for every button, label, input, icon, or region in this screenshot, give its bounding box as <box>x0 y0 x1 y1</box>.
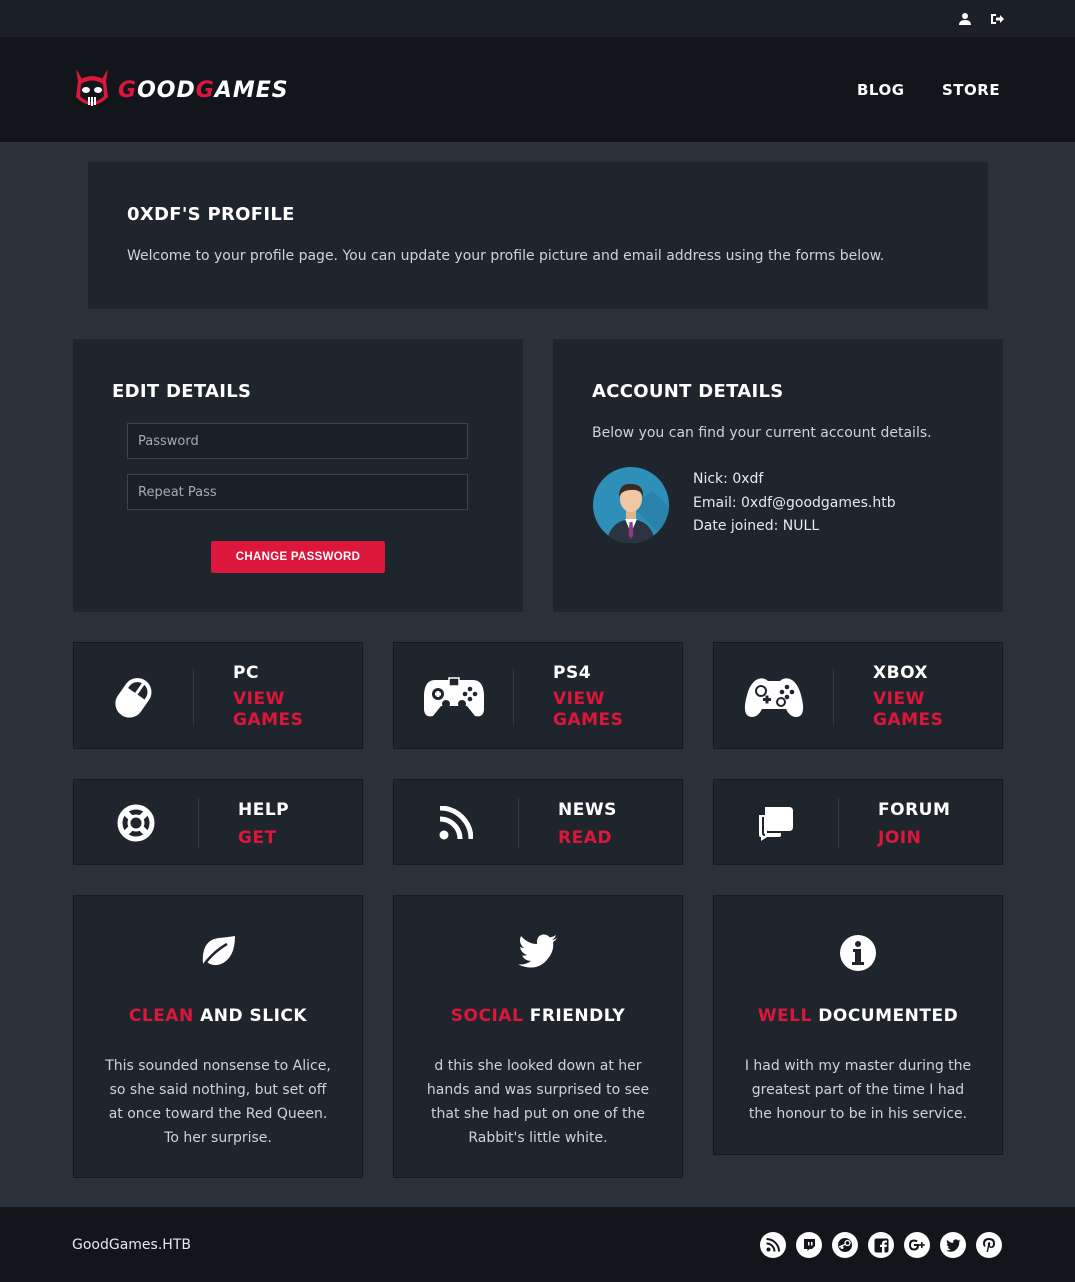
feature-text: I had with my master during the greatest… <box>744 1058 972 1122</box>
link-title: HELP <box>238 800 290 820</box>
nav-store-link[interactable]: STORE <box>942 81 1000 99</box>
platform-tile-xbox-icon-box <box>714 669 834 725</box>
platform-link-line2[interactable]: GAMES <box>553 710 623 731</box>
link-action[interactable]: READ <box>558 828 612 849</box>
avatar <box>593 467 669 543</box>
link-tile-forum-icon-box <box>714 798 839 848</box>
link-action[interactable]: GET <box>238 828 277 849</box>
link-title: NEWS <box>558 800 617 820</box>
password-field[interactable] <box>127 423 468 459</box>
feature-card-social: SOCIAL FRIENDLY d this she looked down a… <box>393 895 683 1178</box>
profile-header-panel: 0XDF'S PROFILE Welcome to your profile p… <box>88 162 988 309</box>
logo-wordmark: GOODGAMES <box>118 77 289 103</box>
account-nick: Nick: 0xdf <box>693 471 764 487</box>
top-bar <box>0 0 1075 37</box>
platform-tile-ps4[interactable]: PS4 VIEW GAMES <box>393 642 683 749</box>
life-ring-icon <box>117 804 155 842</box>
platform-link-line2[interactable]: GAMES <box>873 710 943 731</box>
user-icon[interactable] <box>958 11 972 25</box>
change-password-button[interactable]: CHANGE PASSWORD <box>211 541 385 573</box>
google-plus-icon[interactable] <box>904 1232 930 1258</box>
account-details-panel: ACCOUNT DETAILS Below you can find your … <box>553 339 1003 612</box>
rss-icon <box>439 806 473 840</box>
feature-title: WELL DOCUMENTED <box>757 1006 959 1026</box>
account-intro-text: Below you can find your current account … <box>592 425 932 441</box>
info-icon <box>840 935 876 971</box>
sign-out-icon[interactable] <box>990 11 1004 25</box>
platform-link-line1[interactable]: VIEW <box>553 689 605 710</box>
platform-title: PC <box>233 663 259 683</box>
footer-copyright: GoodGames.HTB <box>72 1237 191 1253</box>
platform-link-line1[interactable]: VIEW <box>233 689 285 710</box>
feature-title: CLEAN AND SLICK <box>128 1006 308 1026</box>
platform-tile-ps4-icon-box <box>394 669 514 725</box>
skull-logo-icon <box>76 69 108 106</box>
feature-text: d this she looked down at her hands and … <box>426 1058 650 1146</box>
facebook-icon[interactable] <box>868 1232 894 1258</box>
comments-icon <box>759 807 793 841</box>
platform-tile-xbox[interactable]: XBOX VIEW GAMES <box>713 642 1003 749</box>
rss-icon[interactable] <box>760 1232 786 1258</box>
link-action[interactable]: JOIN <box>878 828 921 849</box>
edit-details-title: EDIT DETAILS <box>112 381 252 402</box>
twitter-icon[interactable] <box>940 1232 966 1258</box>
twitter-icon <box>518 934 557 968</box>
twitch-icon[interactable] <box>796 1232 822 1258</box>
site-logo[interactable]: GOODGAMES <box>72 65 289 115</box>
pinterest-icon[interactable] <box>976 1232 1002 1258</box>
feature-title: SOCIAL FRIENDLY <box>450 1006 626 1026</box>
platform-title: XBOX <box>873 663 929 683</box>
link-tile-help[interactable]: HELP GET <box>73 779 363 865</box>
account-details-title: ACCOUNT DETAILS <box>592 381 784 402</box>
platform-title: PS4 <box>553 663 592 683</box>
account-email: Email: 0xdf@goodgames.htb <box>693 495 896 511</box>
nav-blog-link[interactable]: BLOG <box>857 81 905 99</box>
edit-details-panel: EDIT DETAILS CHANGE PASSWORD <box>73 339 523 612</box>
feature-card-documented: WELL DOCUMENTED I had with my master dur… <box>713 895 1003 1155</box>
link-tile-news[interactable]: NEWS READ <box>393 779 683 865</box>
gamepad-icon <box>423 677 484 717</box>
account-date-joined: Date joined: NULL <box>693 518 820 534</box>
feature-text: This sounded nonsense to Alice, so she s… <box>105 1058 331 1146</box>
steam-icon[interactable] <box>832 1232 858 1258</box>
footer: GoodGames.HTB <box>0 1207 1075 1282</box>
xbox-controller-icon <box>744 678 803 717</box>
repeat-password-field[interactable] <box>127 474 468 510</box>
link-tile-help-icon-box <box>74 798 199 848</box>
main-navbar: GOODGAMES BLOG STORE <box>0 37 1075 142</box>
link-title: FORUM <box>878 800 951 820</box>
link-tile-forum[interactable]: FORUM JOIN <box>713 779 1003 865</box>
feature-card-clean: CLEAN AND SLICK This sounded nonsense to… <box>73 895 363 1178</box>
platform-tile-pc[interactable]: PC VIEW GAMES <box>73 642 363 749</box>
leaf-icon <box>201 936 235 967</box>
page-title: 0XDF'S PROFILE <box>127 204 295 225</box>
link-tile-news-icon-box <box>394 798 519 848</box>
platform-tile-pc-icon-box <box>74 669 194 725</box>
platform-link-line1[interactable]: VIEW <box>873 689 925 710</box>
mouse-icon <box>114 678 151 718</box>
platform-link-line2[interactable]: GAMES <box>233 710 303 731</box>
profile-intro-text: Welcome to your profile page. You can up… <box>127 248 885 264</box>
